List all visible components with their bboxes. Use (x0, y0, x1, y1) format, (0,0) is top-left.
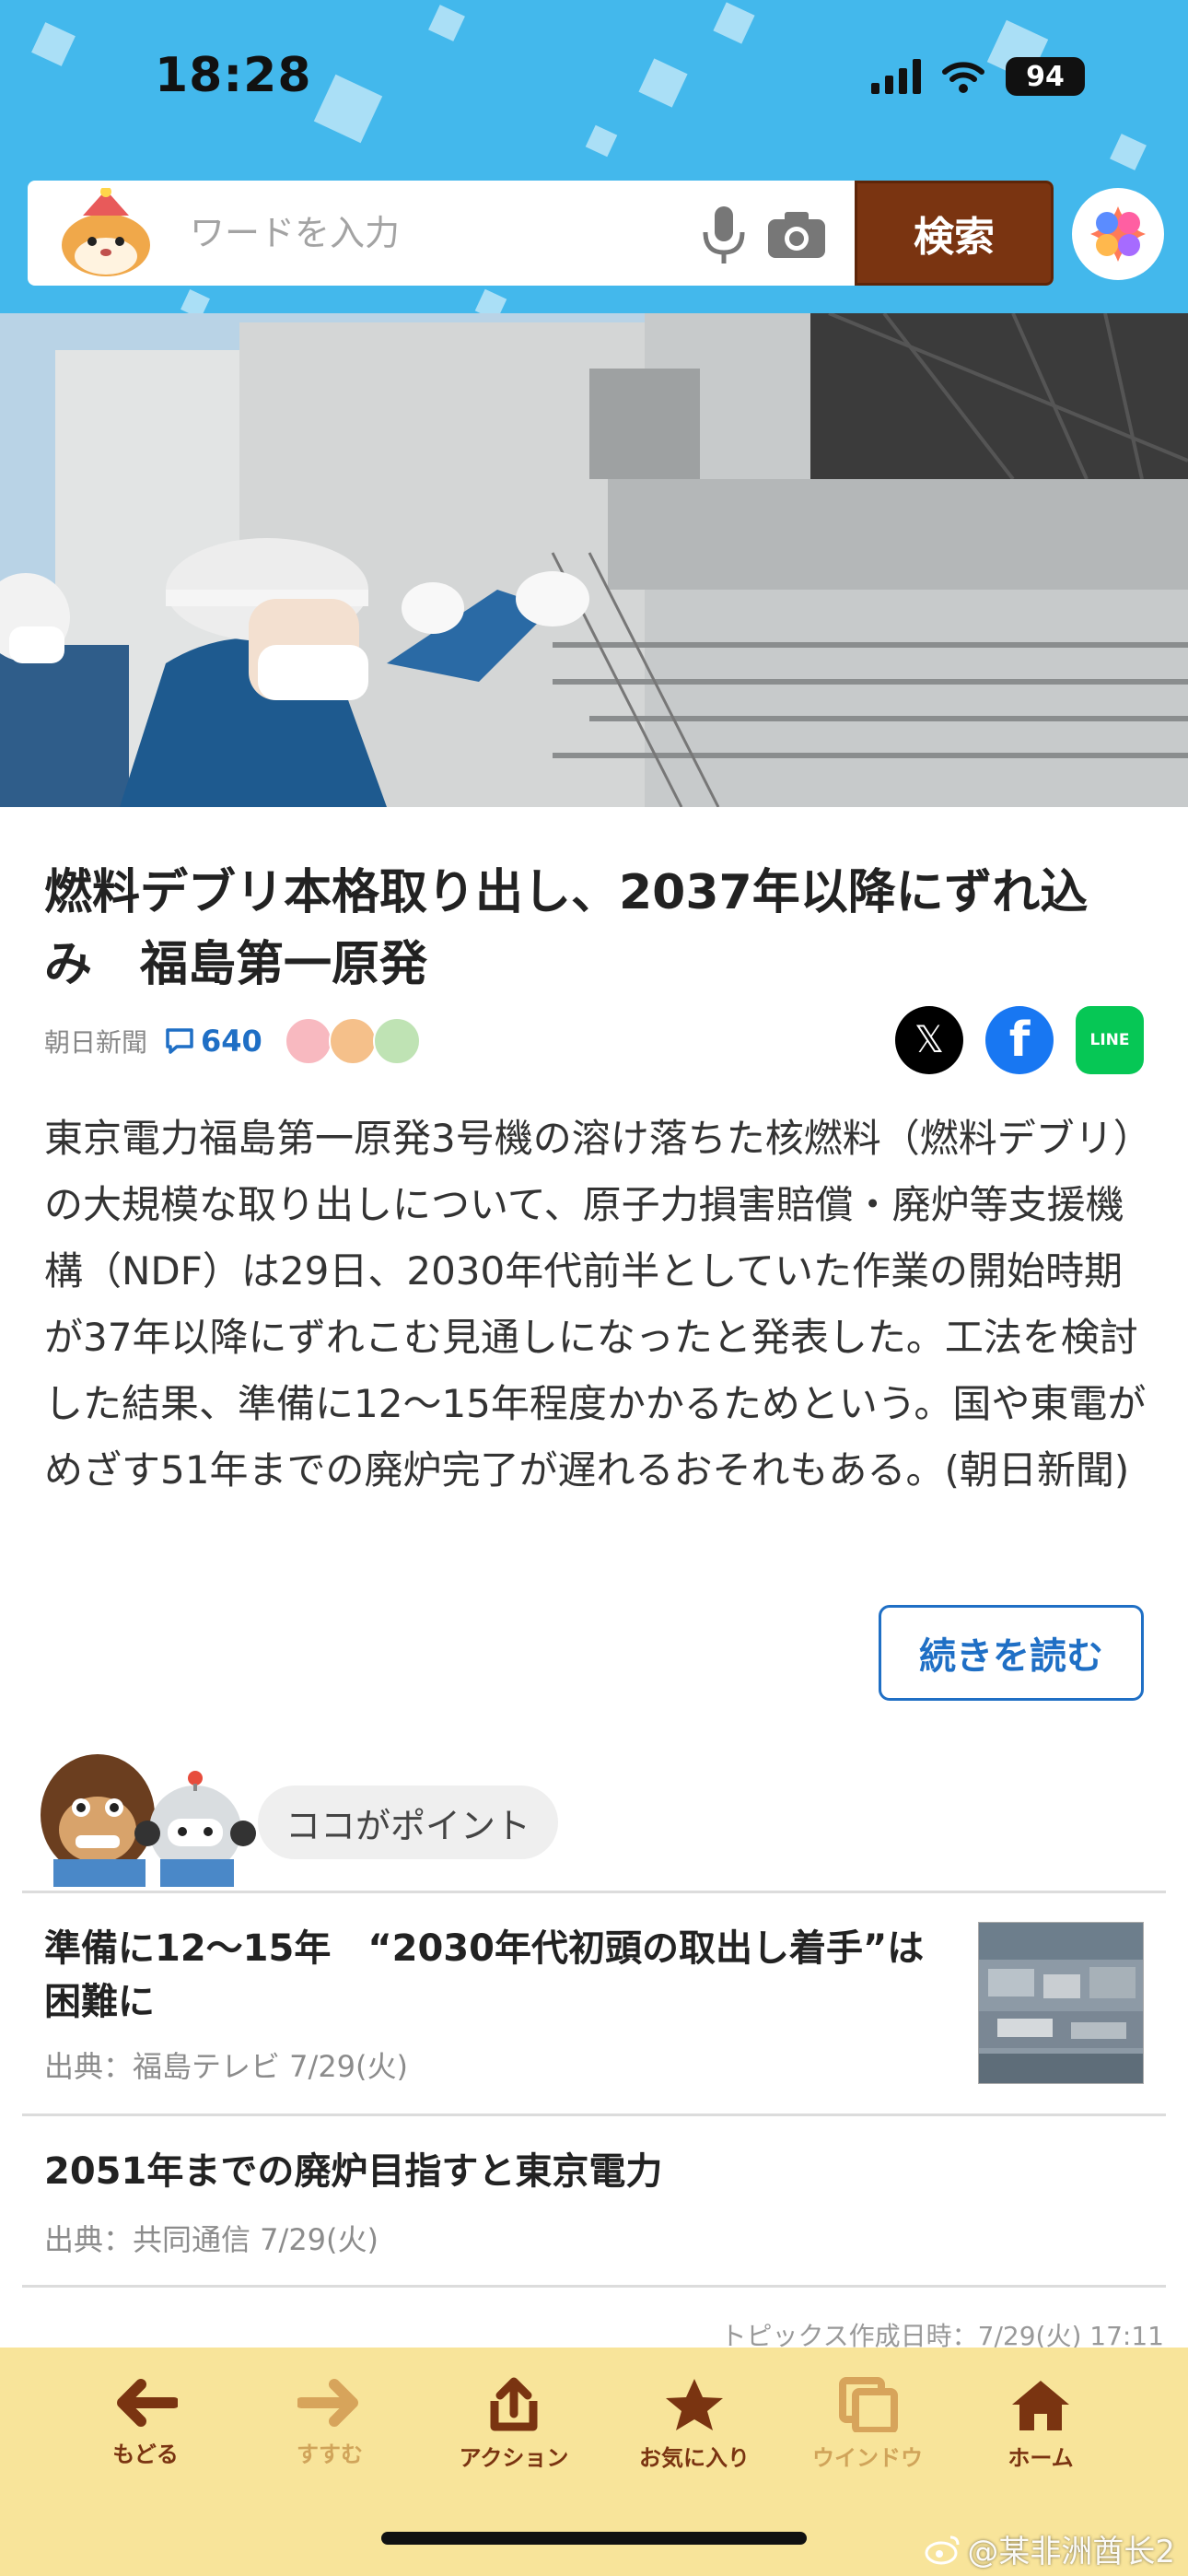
search-bar: 検索 (28, 181, 1054, 286)
aerial-plant-photo (979, 1923, 1143, 2083)
divider (22, 1891, 1166, 1893)
home-indicator[interactable] (381, 2532, 807, 2545)
share-buttons: 𝕏 f LINE (895, 1006, 1144, 1074)
point-section-label: ココがポイント (258, 1786, 559, 1859)
search-input[interactable] (190, 203, 669, 263)
status-icons: 94 (871, 57, 1085, 96)
watermark-text: @某非洲酋长2 (967, 2534, 1175, 2570)
divider (22, 2113, 1166, 2116)
microphone-icon[interactable] (698, 203, 750, 267)
point-item-source: 出典：福島テレビ 7/29(火) (44, 2049, 409, 2084)
line-logo-icon: LINE (1089, 1031, 1130, 1049)
guinea-pig-mascot-icon (62, 188, 150, 276)
article-hero-image (0, 313, 1188, 807)
happy-face-icon (284, 1017, 332, 1065)
favorite-button[interactable]: お気に入り (621, 2377, 768, 2472)
x-logo-icon: 𝕏 (914, 1019, 945, 1061)
neutral-face-icon (328, 1017, 377, 1065)
comment-count: 640 (201, 1024, 262, 1059)
star-icon (666, 2379, 723, 2430)
comment-icon (166, 1028, 193, 1054)
comment-link[interactable]: 640 (164, 1024, 262, 1059)
confetti-decoration (428, 5, 465, 41)
home-label: ホーム (1007, 2445, 1074, 2471)
article-source[interactable]: 朝日新聞 (44, 1023, 147, 1060)
ai-assistant-button[interactable] (1072, 188, 1164, 280)
app-header: 18:28 94 ワードを入力 検索 (0, 0, 1188, 313)
reaction-faces[interactable] (284, 1017, 421, 1065)
confetti-decoration (1110, 134, 1147, 170)
wifi-icon (942, 62, 984, 93)
article-meta: 朝日新聞 640 (44, 1017, 421, 1065)
point-mascots-icon (41, 1754, 256, 1887)
article-body: 東京電力福島第一原発3号機の溶け落ちた核燃料（燃料デブリ）の大規模な取り出しにつ… (44, 1116, 1147, 1493)
point-item-thumbnail[interactable] (978, 1922, 1144, 2084)
forward-button[interactable]: すすむ (256, 2377, 403, 2468)
windows-icon (839, 2377, 898, 2432)
ai-assistant-icon (1090, 206, 1146, 262)
action-label: アクション (459, 2445, 569, 2471)
point-item-title[interactable]: 2051年までの廃炉目指すと東京電力 (44, 2145, 1131, 2198)
confetti-decoration (713, 2, 755, 44)
confetti-decoration (585, 124, 618, 158)
back-label: もどる (112, 2441, 179, 2467)
back-arrow-icon (117, 2379, 178, 2427)
reactor-building-photo (0, 313, 1188, 807)
home-button[interactable]: ホーム (967, 2377, 1114, 2472)
point-item-title[interactable]: 準備に12〜15年 “2030年代初頭の取出し着手”は困難に (44, 1922, 956, 2029)
camera-icon[interactable] (764, 206, 829, 262)
forward-label: すすむ (297, 2441, 363, 2467)
battery-indicator: 94 (1006, 57, 1085, 96)
forward-arrow-icon (297, 2379, 358, 2427)
divider (22, 2285, 1166, 2288)
window-button[interactable]: ウインドウ (794, 2377, 941, 2472)
facebook-logo-icon: f (1008, 1013, 1031, 1068)
action-button[interactable]: アクション (440, 2377, 588, 2472)
favorite-label: お気に入り (639, 2445, 750, 2471)
weibo-logo-icon (925, 2535, 960, 2564)
line-share-button[interactable]: LINE (1076, 1006, 1144, 1074)
confetti-decoration (313, 74, 383, 144)
status-time: 18:28 (155, 48, 312, 103)
confetti-decoration (638, 58, 688, 108)
back-button[interactable]: もどる (72, 2377, 219, 2468)
confetti-decoration (474, 288, 507, 313)
smile-face-icon (372, 1017, 421, 1065)
cellular-signal-icon (871, 59, 921, 94)
window-label: ウインドウ (812, 2445, 923, 2471)
confetti-decoration (31, 22, 76, 66)
home-icon (1012, 2381, 1069, 2430)
weibo-watermark: @某非洲酋长2 (925, 2526, 1175, 2571)
article-title[interactable]: 燃料デブリ本格取り出し、2037年以降にずれ込み 福島第一原発 (44, 857, 1131, 1001)
confetti-decoration (181, 289, 210, 313)
x-share-button[interactable]: 𝕏 (895, 1006, 963, 1074)
search-button[interactable]: 検索 (855, 181, 1054, 286)
facebook-share-button[interactable]: f (985, 1006, 1054, 1074)
share-action-icon (490, 2377, 538, 2431)
read-more-button[interactable]: 続きを読む (879, 1605, 1144, 1701)
point-item-source: 出典：共同通信 7/29(火) (44, 2222, 379, 2257)
